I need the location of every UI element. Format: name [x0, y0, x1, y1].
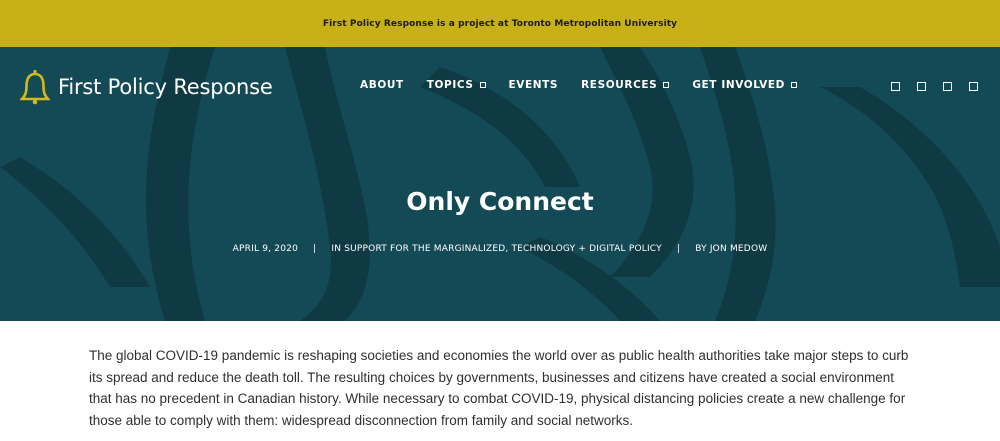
meta-separator: |	[313, 244, 317, 254]
social-icon-2[interactable]	[917, 82, 926, 91]
nav-item-events[interactable]: EVENTS	[509, 79, 559, 91]
nav-label: TOPICS	[426, 79, 474, 91]
announcement-bar: First Policy Response is a project at To…	[0, 0, 1000, 47]
social-icon-4[interactable]	[969, 82, 978, 91]
article-body: The global COVID-19 pandemic is reshapin…	[89, 345, 909, 431]
nav-item-topics[interactable]: TOPICS	[427, 79, 486, 91]
nav-label: RESOURCES	[581, 79, 658, 91]
social-icon-1[interactable]	[891, 82, 900, 91]
article-paragraph: The global COVID-19 pandemic is reshapin…	[89, 348, 909, 428]
dropdown-icon	[663, 82, 670, 88]
post-categories[interactable]: IN SUPPORT FOR THE MARGINALIZED, TECHNOL…	[331, 244, 661, 254]
nav-item-get-involved[interactable]: GET INVOLVED	[692, 79, 797, 91]
post-date: APRIL 9, 2020	[232, 244, 298, 254]
main-navigation: ABOUT TOPICS EVENTS RESOURCES GET INVOLV…	[360, 79, 797, 91]
page-title: Only Connect	[406, 187, 594, 216]
dropdown-icon	[790, 82, 797, 88]
nav-item-about[interactable]: ABOUT	[360, 79, 404, 91]
nav-label: ABOUT	[360, 79, 404, 91]
nav-label: EVENTS	[508, 79, 559, 91]
nav-item-resources[interactable]: RESOURCES	[581, 79, 670, 91]
hero-header: First Policy Response ABOUT TOPICS EVENT…	[0, 47, 1000, 321]
social-icon-3[interactable]	[943, 82, 952, 91]
meta-separator: |	[676, 244, 681, 254]
site-title: First Policy Response	[58, 75, 273, 99]
announcement-text: First Policy Response is a project at To…	[322, 18, 678, 29]
nav-label: GET INVOLVED	[692, 79, 785, 91]
dropdown-icon	[479, 82, 486, 88]
site-logo[interactable]: First Policy Response	[20, 69, 273, 105]
post-meta: APRIL 9, 2020 | IN SUPPORT FOR THE MARGI…	[0, 244, 1000, 254]
post-author[interactable]: BY JON MEDOW	[695, 244, 767, 254]
bell-icon	[20, 70, 50, 105]
